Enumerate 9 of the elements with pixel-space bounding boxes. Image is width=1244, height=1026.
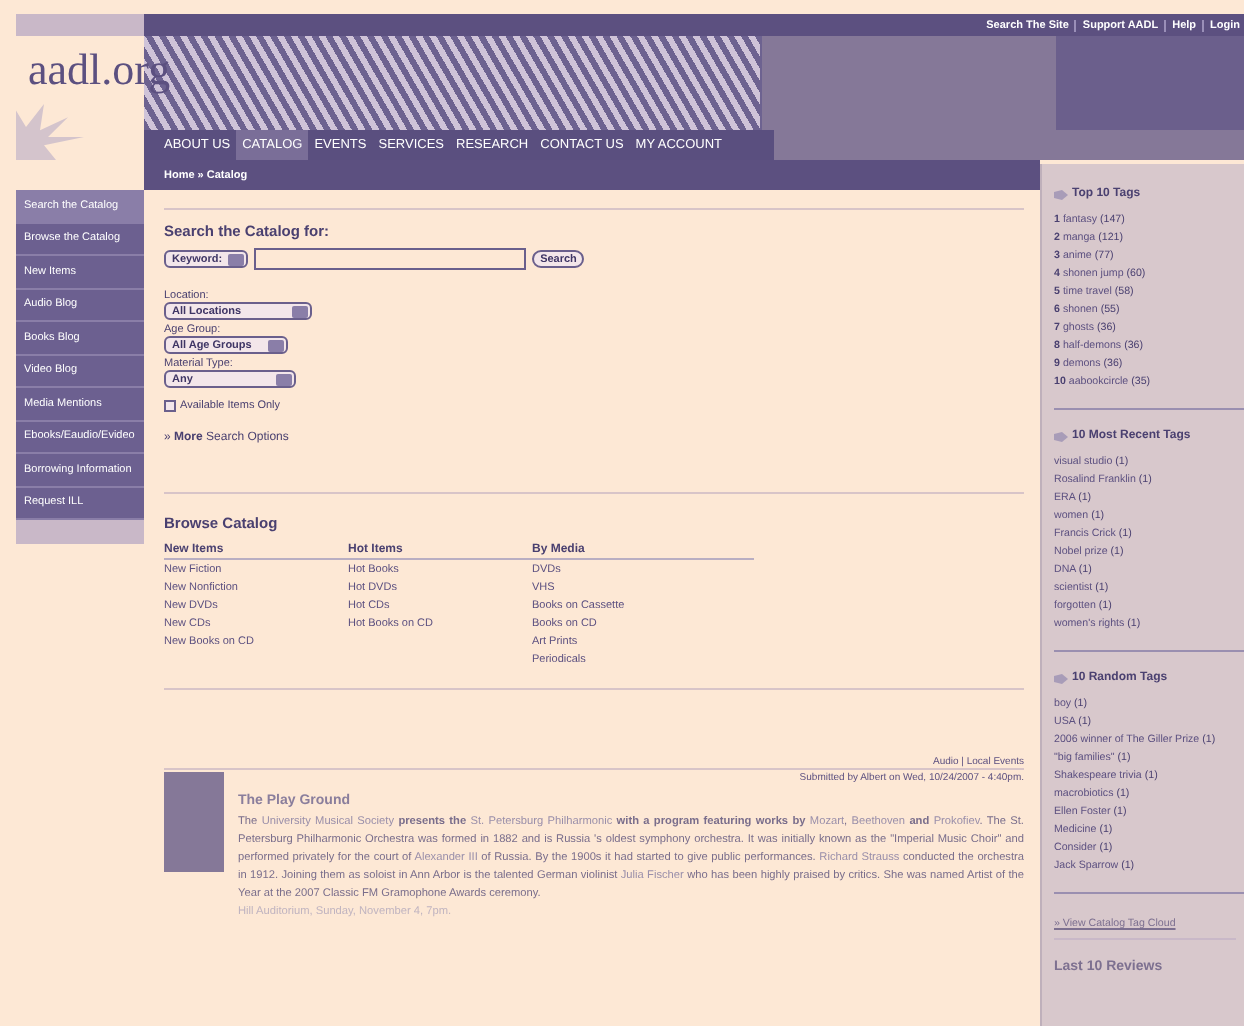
sunburst-icon (16, 104, 84, 160)
tag-icon (1054, 189, 1068, 199)
search-field[interactable] (254, 248, 527, 270)
photo-placeholder (164, 772, 224, 872)
header-strip (16, 14, 144, 36)
sidebar-footer (16, 520, 144, 544)
tag-icon (1054, 673, 1068, 683)
tag-icon (1054, 431, 1068, 441)
checkbox[interactable] (164, 400, 176, 412)
